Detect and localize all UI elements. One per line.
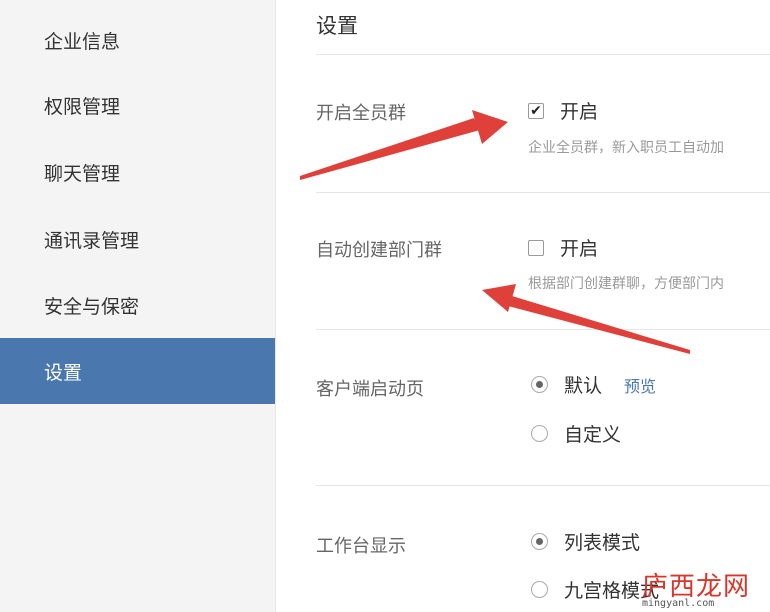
client-startup-label: 客户端启动页 [316,379,424,400]
settings-panel: 设置 开启全员群 ✔ 开启 企业全员群，新入职员工自动加 自动创建部门群 开启 … [276,0,770,612]
divider [316,485,770,486]
divider [316,192,770,193]
sidebar-item-security[interactable]: 安全与保密 [0,272,275,338]
startup-custom-radio[interactable]: 自定义 [531,420,621,447]
sidebar-item-label: 权限管理 [44,95,121,118]
sidebar-item-contacts[interactable]: 通讯录管理 [0,206,275,272]
checkbox-checked-icon: ✔ [528,102,544,119]
sidebar-item-label: 聊天管理 [44,162,121,185]
sidebar-item-label: 安全与保密 [44,295,140,318]
workbench-list-label: 列表模式 [564,532,641,554]
preview-link[interactable]: 预览 [624,373,656,397]
sidebar-item-chat-management[interactable]: 聊天管理 [0,139,275,205]
auto-dept-group-label: 自动创建部门群 [316,240,442,261]
page-title: 设置 [316,14,358,38]
workbench-list-radio[interactable]: 列表模式 [531,528,640,555]
sidebar-item-label: 企业信息 [44,30,121,53]
radio-selected-icon [531,376,548,393]
auto-dept-group-checkbox[interactable]: 开启 [528,234,598,261]
startup-default-label: 默认 [564,375,603,397]
divider [316,329,770,330]
checkbox-unchecked-icon [528,239,544,256]
all-staff-group-label: 开启全员群 [316,103,406,124]
divider [316,54,770,55]
sidebar-item-label: 设置 [44,361,83,384]
sidebar-item-settings[interactable]: 设置 [0,338,275,404]
watermark-url: mingyanl.com [642,598,715,609]
startup-custom-label: 自定义 [564,424,622,446]
radio-selected-icon [531,533,548,550]
startup-default-radio[interactable]: 默认 预览 [531,371,656,398]
all-staff-group-checkbox[interactable]: ✔ 开启 [528,97,598,124]
radio-unselected-icon [531,581,548,598]
auto-dept-group-description: 根据部门创建群聊，方便部门内 [528,276,724,292]
workbench-display-label: 工作台显示 [316,536,406,557]
all-staff-group-description: 企业全员群，新入职员工自动加 [528,140,724,156]
sidebar: 企业信息 权限管理 聊天管理 通讯录管理 安全与保密 设置 [0,0,276,612]
sidebar-item-permissions[interactable]: 权限管理 [0,72,275,138]
radio-unselected-icon [531,425,548,442]
watermark: 庐西龙网 mingyanl.com [636,566,766,610]
sidebar-item-company-info[interactable]: 企业信息 [0,7,275,73]
all-staff-group-option-label: 开启 [560,101,599,123]
sidebar-item-label: 通讯录管理 [44,229,140,252]
auto-dept-group-option-label: 开启 [560,238,599,260]
